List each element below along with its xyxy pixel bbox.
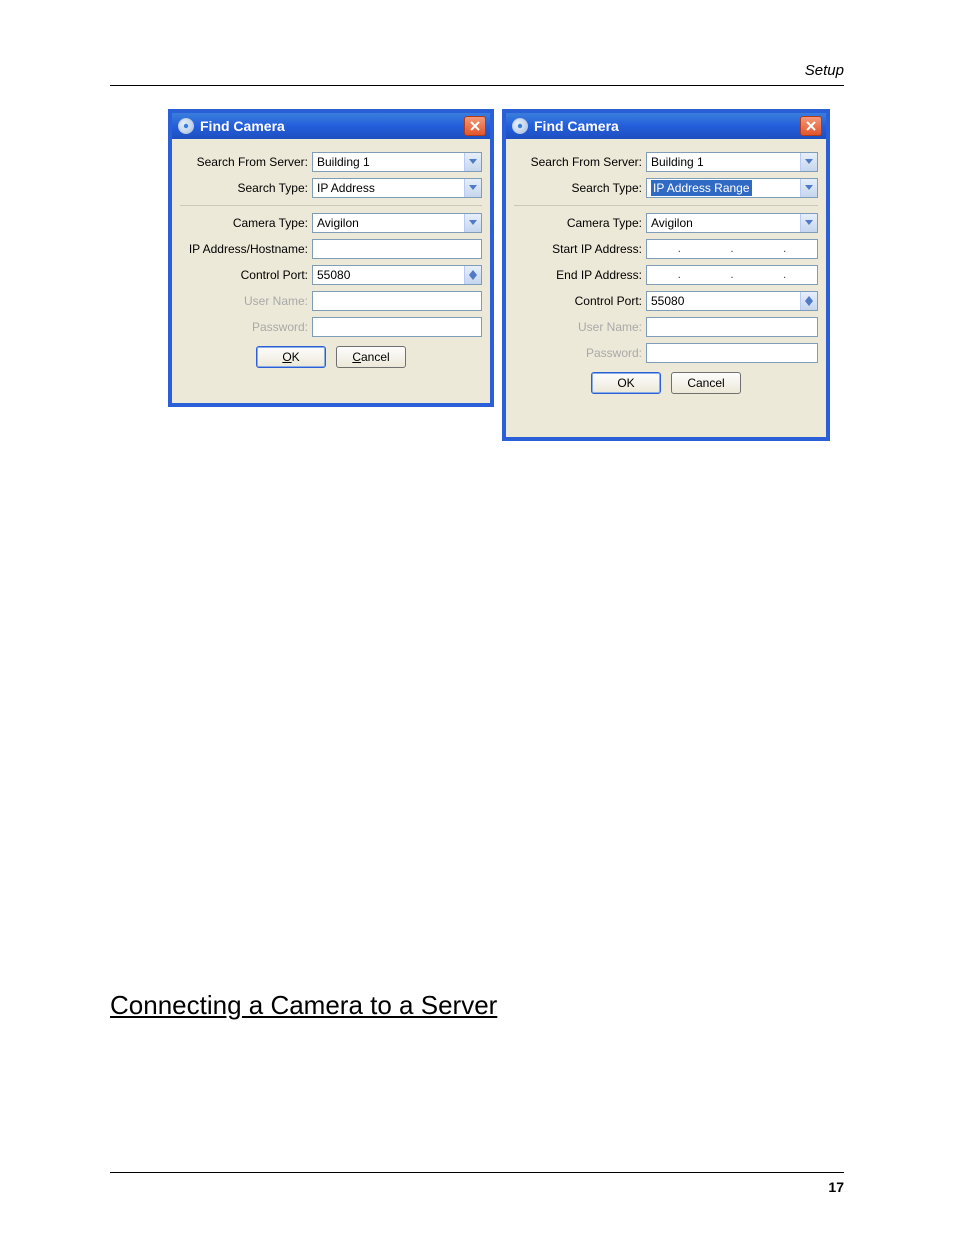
start-ip-input[interactable]: ... [646, 239, 818, 259]
chevron-down-icon [800, 153, 817, 171]
label-search-from-server: Search From Server: [180, 155, 312, 169]
chevron-down-icon [464, 153, 481, 171]
label-start-ip: Start IP Address: [514, 242, 646, 256]
close-button[interactable] [464, 116, 486, 136]
divider [180, 205, 482, 206]
user-name-input[interactable] [646, 317, 818, 337]
camera-type-select[interactable]: Avigilon [312, 213, 482, 233]
chevron-down-icon [464, 214, 481, 232]
label-user-name: User Name: [514, 320, 646, 334]
control-port-stepper[interactable]: 55080 [312, 265, 482, 285]
end-ip-input[interactable]: ... [646, 265, 818, 285]
cancel-button[interactable]: Cancel [336, 346, 406, 368]
chevron-down-icon [464, 179, 481, 197]
control-port-stepper[interactable]: 55080 [646, 291, 818, 311]
close-button[interactable] [800, 116, 822, 136]
label-password: Password: [180, 320, 312, 334]
label-search-type: Search Type: [514, 181, 646, 195]
page-header: Setup [110, 62, 844, 86]
label-camera-type: Camera Type: [180, 216, 312, 230]
stepper-arrows-icon [464, 266, 481, 284]
chevron-down-icon [800, 179, 817, 197]
title-text: Find Camera [200, 118, 285, 134]
server-select[interactable]: Building 1 [646, 152, 818, 172]
figure-screenshots: Find Camera Search From Server: Building… [168, 109, 830, 441]
titlebar[interactable]: Find Camera [172, 113, 490, 139]
label-end-ip: End IP Address: [514, 268, 646, 282]
page-number: 17 [828, 1179, 844, 1195]
label-search-type: Search Type: [180, 181, 312, 195]
search-type-select[interactable]: IP Address Range [646, 178, 818, 198]
find-camera-dialog-ip-range: Find Camera Search From Server: Building… [502, 109, 830, 441]
titlebar[interactable]: Find Camera [506, 113, 826, 139]
ok-button[interactable]: OK [591, 372, 661, 394]
find-camera-dialog-ip: Find Camera Search From Server: Building… [168, 109, 494, 407]
cancel-button[interactable]: Cancel [671, 372, 741, 394]
label-control-port: Control Port: [514, 294, 646, 308]
page-footer: 17 [110, 1172, 844, 1195]
section-heading: Connecting a Camera to a Server [110, 990, 497, 1021]
ip-hostname-input[interactable] [312, 239, 482, 259]
camera-icon [512, 118, 528, 134]
label-password: Password: [514, 346, 646, 360]
label-search-from-server: Search From Server: [514, 155, 646, 169]
search-type-select[interactable]: IP Address [312, 178, 482, 198]
stepper-arrows-icon [800, 292, 817, 310]
camera-type-select[interactable]: Avigilon [646, 213, 818, 233]
title-text: Find Camera [534, 118, 619, 134]
label-ip-hostname: IP Address/Hostname: [180, 242, 312, 256]
password-input[interactable] [646, 343, 818, 363]
label-control-port: Control Port: [180, 268, 312, 282]
chevron-down-icon [800, 214, 817, 232]
user-name-input[interactable] [312, 291, 482, 311]
password-input[interactable] [312, 317, 482, 337]
ok-button[interactable]: OK [256, 346, 326, 368]
label-user-name: User Name: [180, 294, 312, 308]
label-camera-type: Camera Type: [514, 216, 646, 230]
camera-icon [178, 118, 194, 134]
divider [514, 205, 818, 206]
header-category: Setup [805, 62, 844, 79]
server-select[interactable]: Building 1 [312, 152, 482, 172]
